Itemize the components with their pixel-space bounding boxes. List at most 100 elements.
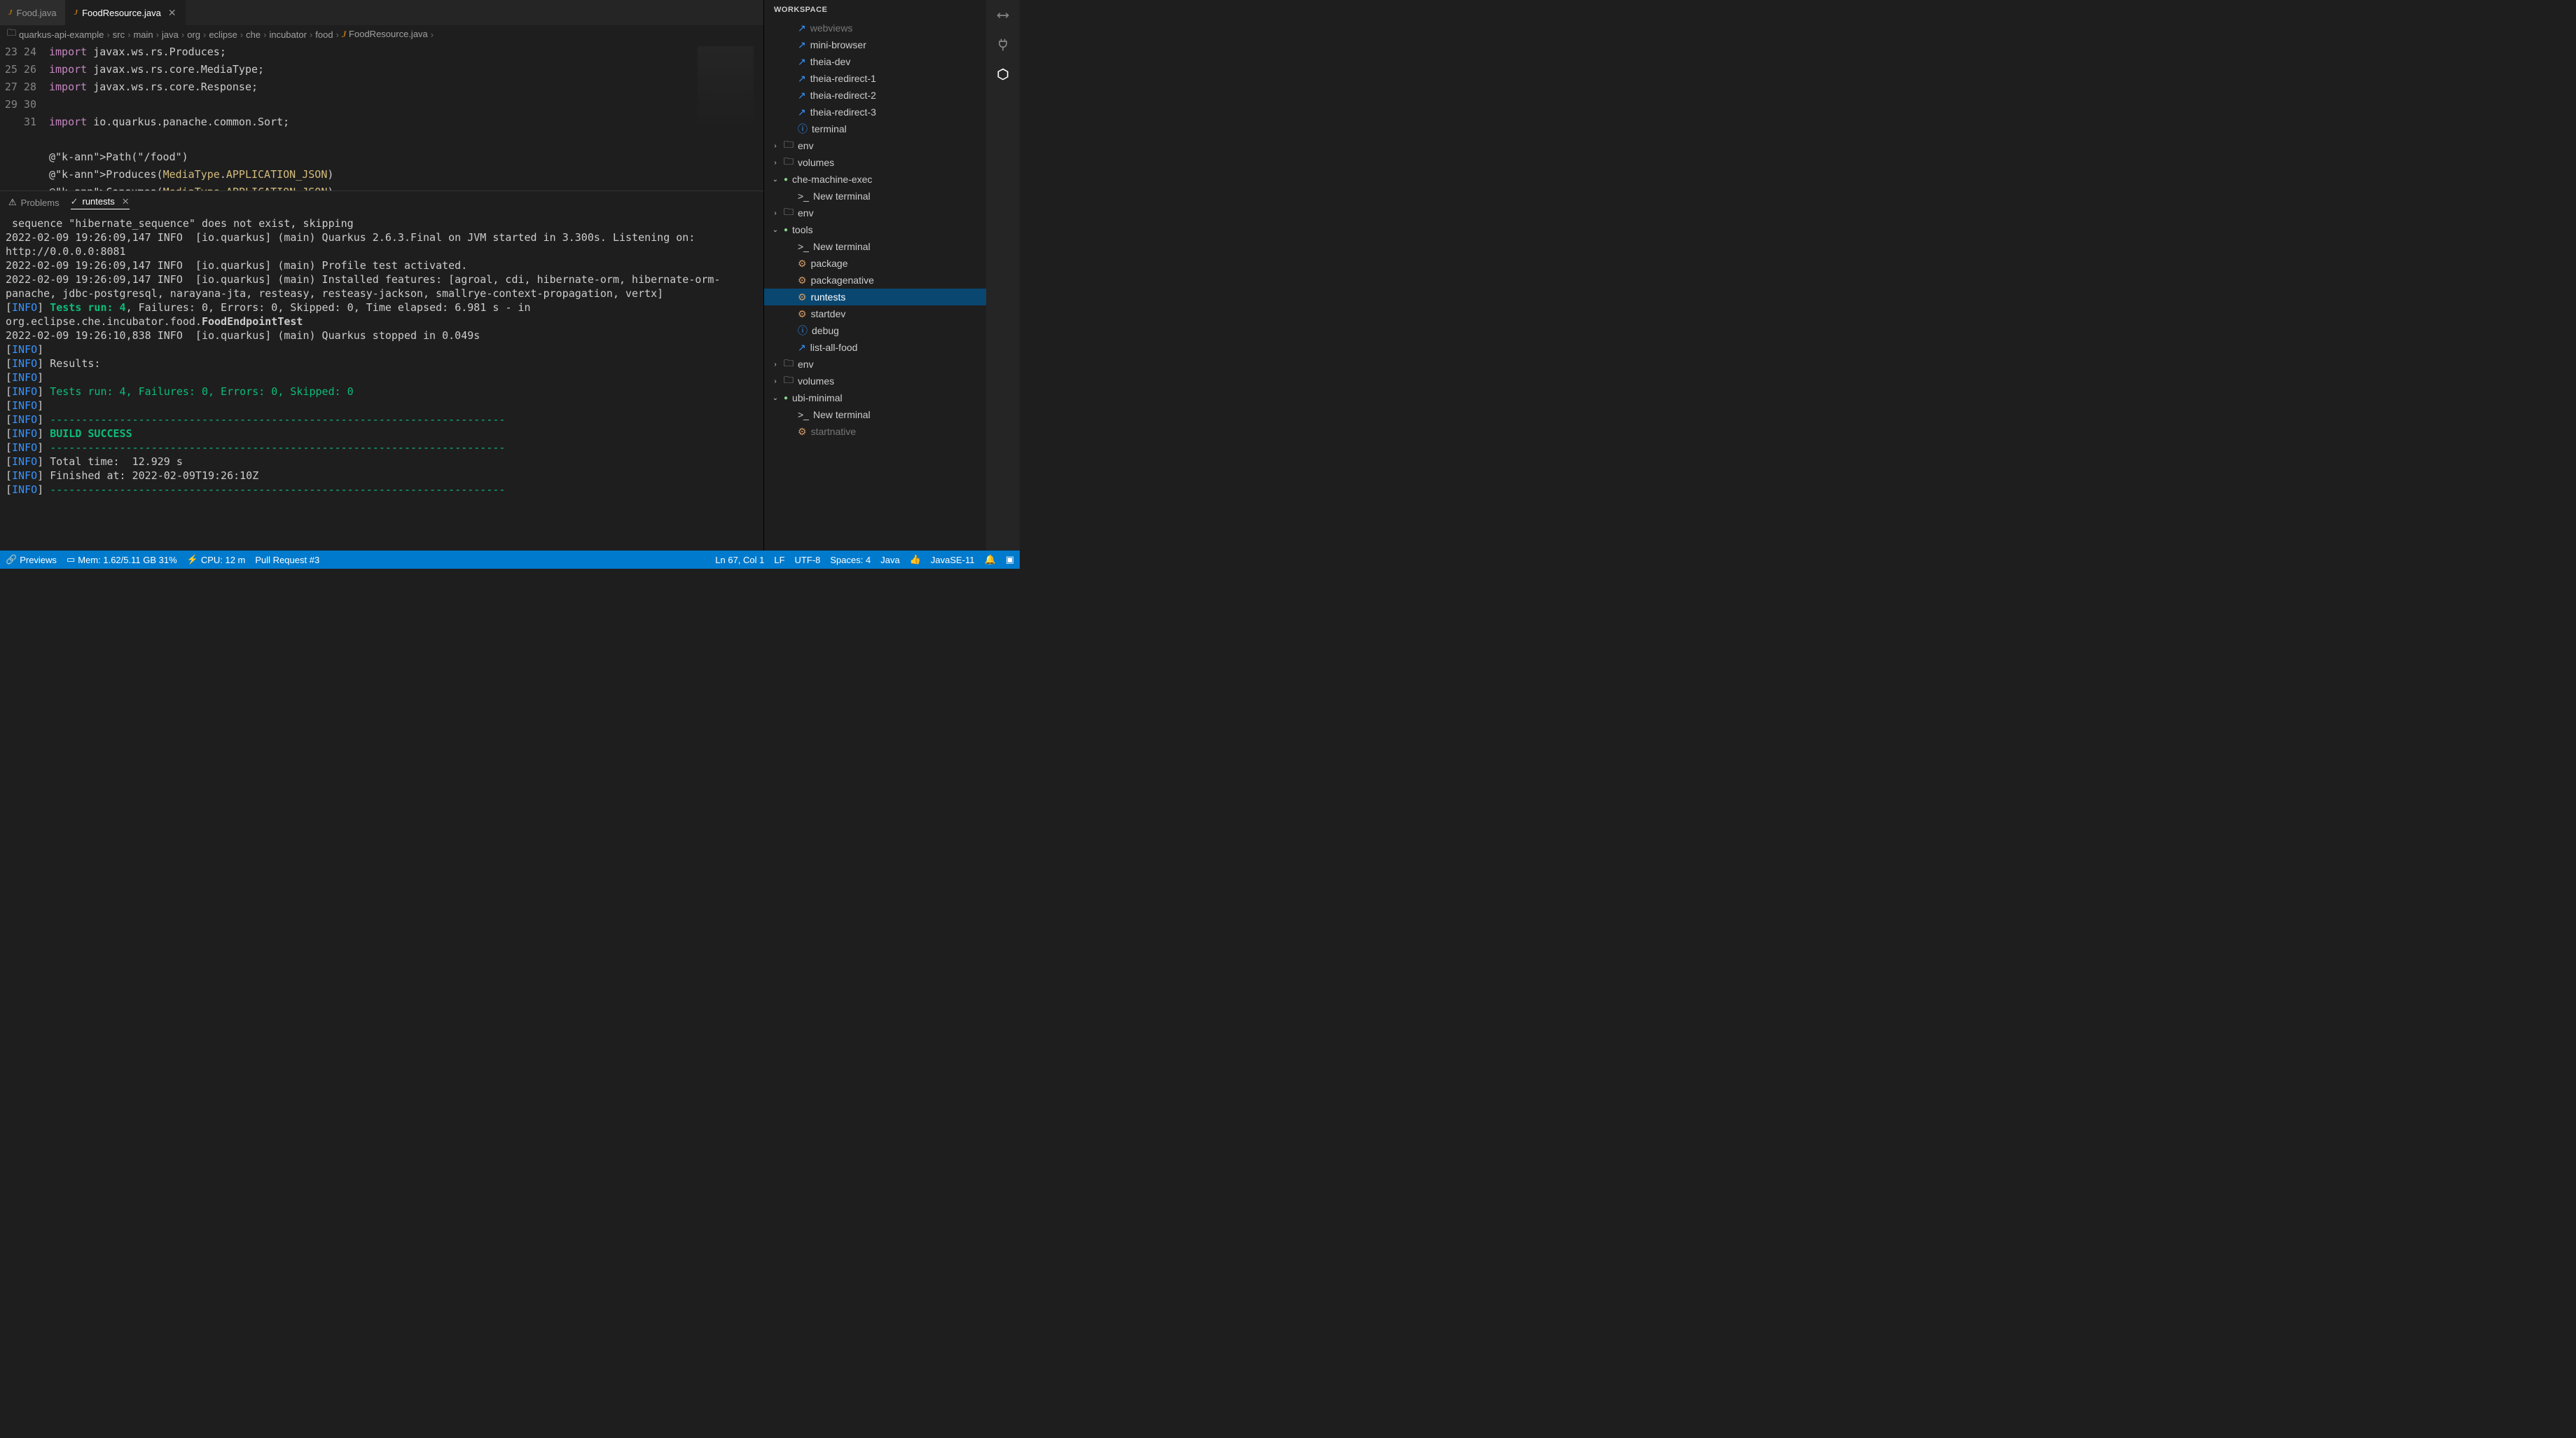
workspace-item-env[interactable]: ›🗀env: [764, 205, 986, 221]
breadcrumb-segment[interactable]: org: [187, 29, 200, 40]
breadcrumb-segment[interactable]: J FoodResource.java: [342, 29, 428, 40]
tree-item-label: env: [798, 359, 814, 370]
chip-icon: ▭: [67, 554, 75, 565]
workspace-item-new-terminal[interactable]: >_New terminal: [764, 238, 986, 255]
breadcrumb-segment[interactable]: che: [246, 29, 261, 40]
exchange-icon[interactable]: [993, 6, 1013, 25]
problems-label: Problems: [21, 198, 60, 208]
status-memory[interactable]: ▭ Mem: 1.62/5.11 GB 31%: [67, 554, 177, 565]
external-link-icon: ↗: [798, 56, 806, 68]
status-previews[interactable]: 🔗 Previews: [6, 554, 57, 565]
tree-item-label: packagenative: [811, 275, 874, 286]
workspace-item-theia-redirect-1[interactable]: ↗theia-redirect-1: [764, 70, 986, 87]
breadcrumb[interactable]: 🗀quarkus-api-example›src›main›java›org›e…: [0, 25, 763, 43]
chevron-right-icon: ›: [336, 29, 339, 40]
workspace-item-new-terminal[interactable]: >_New terminal: [764, 406, 986, 423]
external-link-icon: ↗: [798, 39, 806, 51]
status-cpu[interactable]: ⚡ CPU: 12 m: [187, 554, 246, 565]
gear-icon: ⚙: [798, 291, 807, 303]
workspace-item-package[interactable]: ⚙package: [764, 255, 986, 272]
status-dot-icon: ●: [784, 226, 788, 234]
editor-tab[interactable]: JFood.java: [0, 0, 66, 25]
tree-item-label: volumes: [798, 375, 834, 387]
breadcrumb-segment[interactable]: main: [133, 29, 153, 40]
terminal-output[interactable]: sequence "hibernate_sequence" does not e…: [0, 214, 763, 551]
cube-icon[interactable]: [993, 64, 1013, 84]
tree-item-label: env: [798, 207, 814, 219]
workspace-item-theia-redirect-2[interactable]: ↗theia-redirect-2: [764, 87, 986, 104]
close-icon[interactable]: ✕: [122, 196, 130, 207]
breadcrumb-segment[interactable]: quarkus-api-example: [19, 29, 104, 40]
workspace-item-terminal[interactable]: ⓘterminal: [764, 120, 986, 137]
layout-icon[interactable]: ▣: [1006, 554, 1014, 565]
warning-icon: ⚠: [8, 197, 17, 208]
folder-icon: 🗀: [784, 373, 794, 389]
panel-tab-bar: ⚠ Problems ✓ runtests ✕: [0, 191, 763, 214]
folder-icon: 🗀: [784, 137, 794, 154]
workspace-item-new-terminal[interactable]: >_ New terminal: [764, 188, 986, 205]
terminal-icon: >_: [798, 191, 809, 202]
runtests-label: runtests: [82, 196, 114, 207]
workspace-item-startnative[interactable]: ⚙startnative: [764, 423, 986, 440]
breadcrumb-segment[interactable]: java: [162, 29, 179, 40]
info-icon: ⓘ: [798, 324, 808, 338]
status-language[interactable]: Java: [880, 555, 899, 565]
java-file-icon: J: [342, 29, 347, 39]
workspace-item-tools[interactable]: ⌄●tools: [764, 221, 986, 238]
status-cursor-pos[interactable]: Ln 67, Col 1: [715, 555, 764, 565]
workspace-item-volumes[interactable]: ›🗀volumes: [764, 154, 986, 171]
folder-icon: 🗀: [784, 154, 794, 171]
editor-tab[interactable]: JFoodResource.java✕: [66, 0, 186, 25]
status-encoding[interactable]: UTF-8: [795, 555, 821, 565]
status-indent[interactable]: Spaces: 4: [830, 555, 871, 565]
code-lines[interactable]: import javax.ws.rs.Produces; import java…: [49, 43, 763, 191]
tree-item-label: New terminal: [813, 191, 871, 202]
close-icon[interactable]: ✕: [168, 7, 176, 19]
workspace-item-startdev[interactable]: ⚙startdev: [764, 305, 986, 322]
workspace-item-debug[interactable]: ⓘdebug: [764, 322, 986, 339]
info-icon: ⓘ: [798, 122, 808, 136]
line-gutter: 23 24 25 26 27 28 29 30 31: [0, 43, 49, 191]
workspace-item-list-all-food[interactable]: ↗list-all-food: [764, 339, 986, 356]
tree-item-label: theia-redirect-1: [810, 73, 876, 84]
code-editor[interactable]: 23 24 25 26 27 28 29 30 31 import javax.…: [0, 43, 763, 191]
chevron-right-icon: ›: [771, 378, 780, 385]
tab-runtests[interactable]: ✓ runtests ✕: [71, 196, 130, 209]
workspace-item-theia-redirect-3[interactable]: ↗theia-redirect-3: [764, 104, 986, 120]
workspace-item-che-machine-exec[interactable]: ⌄●che-machine-exec: [764, 171, 986, 188]
breadcrumb-segment[interactable]: src: [113, 29, 125, 40]
breadcrumb-segment[interactable]: eclipse: [209, 29, 237, 40]
folder-icon: 🗀: [784, 356, 794, 373]
workspace-item-webviews[interactable]: ↗webviews: [764, 20, 986, 36]
chevron-down-icon: ⌄: [771, 394, 780, 402]
external-link-icon: ↗: [798, 22, 806, 34]
folder-icon: 🗀: [7, 27, 16, 42]
breadcrumb-segment[interactable]: incubator: [269, 29, 306, 40]
status-pull-request[interactable]: Pull Request #3: [255, 555, 319, 565]
status-eol[interactable]: LF: [774, 555, 784, 565]
workspace-item-volumes[interactable]: › 🗀 volumes: [764, 373, 986, 389]
workspace-item-env[interactable]: ›🗀env: [764, 137, 986, 154]
plug-icon[interactable]: [993, 35, 1013, 55]
chevron-right-icon: ›: [156, 29, 159, 40]
tree-item-label: che-machine-exec: [792, 174, 872, 185]
folder-icon: 🗀: [784, 205, 794, 221]
workspace-item-packagenative[interactable]: ⚙packagenative: [764, 272, 986, 289]
bell-icon[interactable]: 🔔: [985, 554, 996, 565]
workspace-tree[interactable]: ↗webviews↗mini-browser↗theia-dev↗theia-r…: [764, 20, 986, 551]
workspace-item-theia-dev[interactable]: ↗theia-dev: [764, 53, 986, 70]
thumbs-up-icon[interactable]: 👍: [910, 554, 921, 565]
tab-label: FoodResource.java: [82, 8, 161, 18]
chevron-down-icon: ⌄: [771, 226, 780, 234]
chevron-down-icon: ⌄: [771, 176, 780, 184]
workspace-item-mini-browser[interactable]: ↗mini-browser: [764, 36, 986, 53]
tab-problems[interactable]: ⚠ Problems: [8, 197, 60, 208]
workspace-item-runtests[interactable]: ⚙runtests: [764, 289, 986, 305]
status-jdk[interactable]: JavaSE-11: [931, 555, 975, 565]
minimap[interactable]: [698, 46, 754, 130]
workspace-item-ubi-minimal[interactable]: ⌄●ubi-minimal: [764, 389, 986, 406]
external-link-icon: ↗: [798, 106, 806, 118]
breadcrumb-segment[interactable]: food: [315, 29, 333, 40]
workspace-item-env[interactable]: ›🗀env: [764, 356, 986, 373]
tab-label: Food.java: [17, 8, 57, 18]
